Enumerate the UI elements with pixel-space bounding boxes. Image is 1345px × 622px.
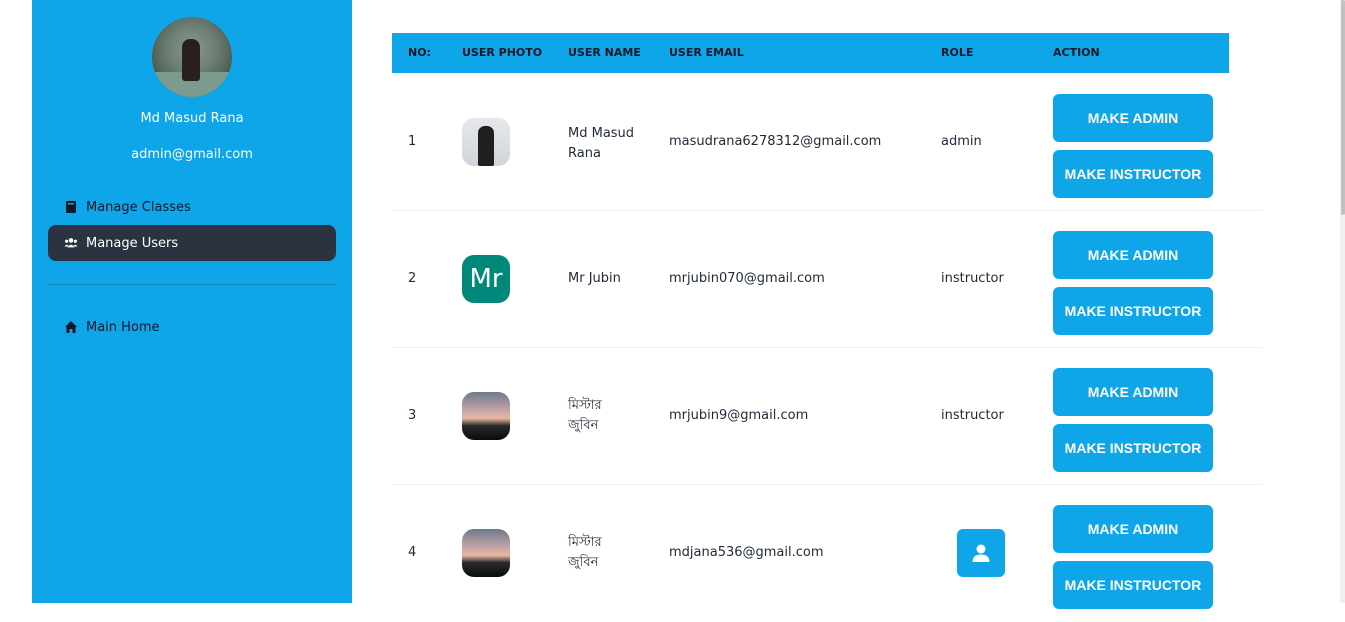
header-no: NO: <box>408 46 431 59</box>
row-number: 3 <box>408 408 417 423</box>
make-instructor-button[interactable]: MAKE INSTRUCTOR <box>1053 150 1213 198</box>
book-icon <box>66 201 76 213</box>
profile-email: admin@gmail.com <box>131 147 253 162</box>
row-number: 1 <box>408 134 417 149</box>
users-icon <box>64 238 78 248</box>
header-role: ROLE <box>941 46 974 59</box>
user-photo-initials: Mr <box>462 255 510 303</box>
make-admin-button[interactable]: MAKE ADMIN <box>1053 505 1213 553</box>
make-instructor-button[interactable]: MAKE INSTRUCTOR <box>1053 561 1213 609</box>
sidebar-item-manage-users[interactable]: Manage Users <box>48 225 336 261</box>
user-email: mrjubin070@gmail.com <box>669 271 825 286</box>
user-email: mrjubin9@gmail.com <box>669 408 809 423</box>
user-role: admin <box>941 134 982 149</box>
sidebar-item-label: Manage Users <box>86 235 179 251</box>
make-instructor-button[interactable]: MAKE INSTRUCTOR <box>1053 424 1213 472</box>
sidebar-divider <box>48 284 336 285</box>
table-row: 2 Mr Mr Jubin mrjubin070@gmail.com instr… <box>392 211 1262 348</box>
table-row: 1 Md Masud Rana masudrana6278312@gmail.co… <box>392 74 1262 211</box>
row-number: 2 <box>408 271 417 286</box>
user-photo <box>462 529 510 577</box>
user-role: instructor <box>941 271 1004 286</box>
header-user-email: USER EMAIL <box>669 46 744 59</box>
make-instructor-button[interactable]: MAKE INSTRUCTOR <box>1053 287 1213 335</box>
make-admin-button[interactable]: MAKE ADMIN <box>1053 231 1213 279</box>
profile-avatar <box>152 17 232 97</box>
sidebar-item-manage-classes[interactable]: Manage Classes <box>48 189 336 225</box>
sidebar-item-main-home[interactable]: Main Home <box>48 309 336 345</box>
header-action: ACTION <box>1053 46 1100 59</box>
user-icon <box>972 544 990 562</box>
user-email: masudrana6278312@gmail.com <box>669 134 882 149</box>
user-photo <box>462 118 510 166</box>
user-name: Md Masud Rana <box>568 126 635 161</box>
table-row: 3 মিস্টার জুবিন mrjubin9@gmail.com instru… <box>392 348 1262 485</box>
row-number: 4 <box>408 545 417 560</box>
sidebar-item-label: Manage Classes <box>86 199 191 215</box>
make-admin-button[interactable]: MAKE ADMIN <box>1053 94 1213 142</box>
user-email: mdjana536@gmail.com <box>669 545 824 560</box>
header-user-photo: USER PHOTO <box>462 46 543 59</box>
user-photo <box>462 392 510 440</box>
user-role-button[interactable] <box>957 529 1005 577</box>
user-name: মিস্টার জুবিন <box>568 535 602 570</box>
user-name: Mr Jubin <box>568 271 621 286</box>
scrollbar-thumb[interactable] <box>1341 0 1345 215</box>
sidebar-item-label: Main Home <box>86 319 160 335</box>
home-icon <box>65 321 77 333</box>
user-role: instructor <box>941 408 1004 423</box>
table-row: 4 মিস্টার জুবিন mdjana536@gmail.com MAKE … <box>392 485 1262 622</box>
make-admin-button[interactable]: MAKE ADMIN <box>1053 368 1213 416</box>
header-user-name: USER NAME <box>568 46 641 59</box>
profile-name: Md Masud Rana <box>140 111 244 126</box>
sidebar: Md Masud Rana admin@gmail.com Manage Cla… <box>32 0 352 603</box>
user-name: মিস্টার জুবিন <box>568 398 602 433</box>
table-header: NO: USER PHOTO USER NAME USER EMAIL ROLE… <box>392 33 1229 73</box>
